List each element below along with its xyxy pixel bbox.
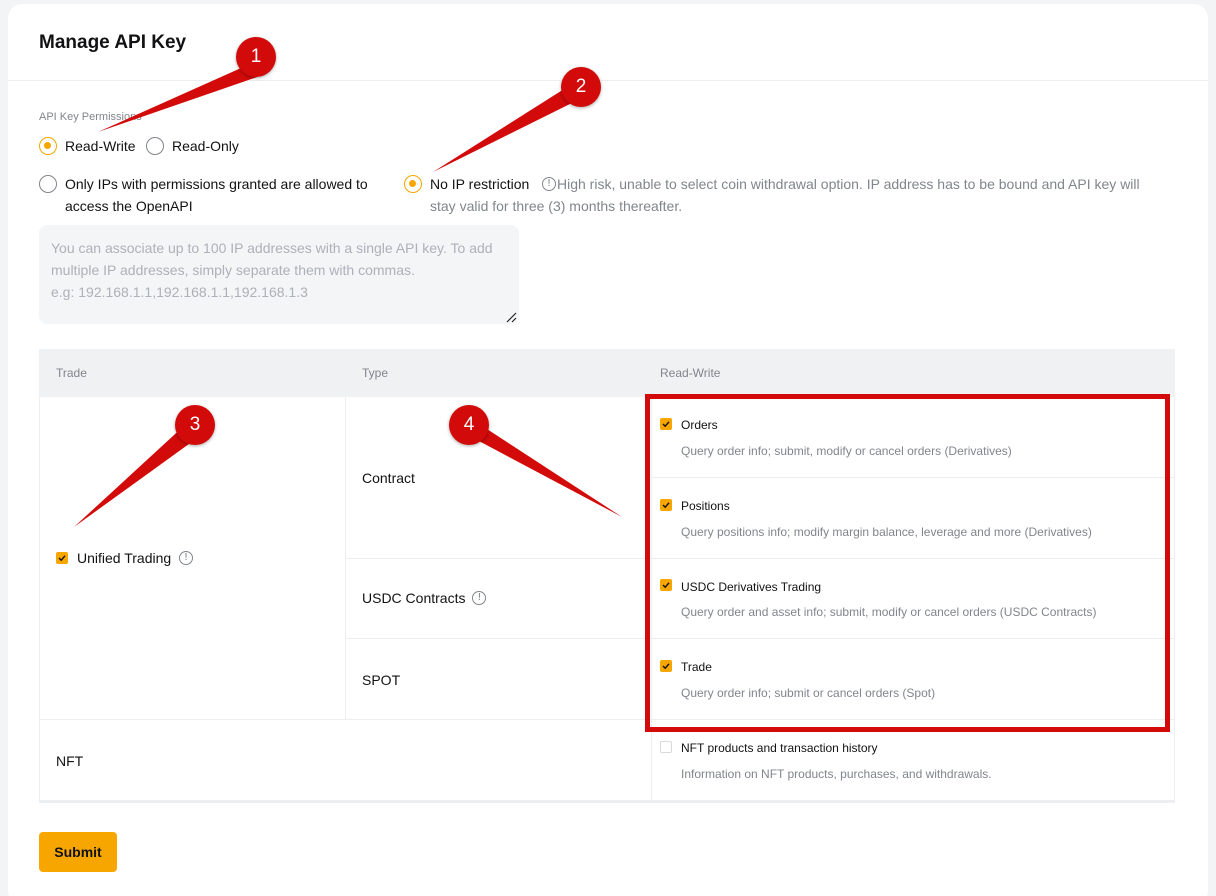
read-write-radio[interactable]	[39, 137, 57, 155]
trade-title[interactable]: Trade	[681, 660, 712, 674]
table-border	[651, 638, 1175, 639]
unified-trading-label[interactable]: Unified Trading	[77, 550, 171, 566]
ip-warning-text-line1: High risk, unable to select coin withdra…	[557, 176, 1140, 192]
positions-desc: Query positions info; modify margin bala…	[681, 525, 1092, 539]
api-key-permissions-label: API Key Permissions	[39, 111, 142, 123]
textarea-resize-icon[interactable]	[505, 311, 517, 323]
orders-title[interactable]: Orders	[681, 418, 718, 432]
table-border	[651, 397, 652, 803]
ip-addresses-textarea[interactable]: You can associate up to 100 IP addresses…	[39, 225, 519, 324]
type-spot: SPOT	[362, 672, 401, 688]
usdc-derivatives-desc: Query order and asset info; submit, modi…	[681, 605, 1097, 619]
nft-checkbox[interactable]	[660, 741, 672, 753]
unified-trading-info-icon[interactable]: !	[179, 551, 194, 566]
annotation-marker-3: 3	[175, 405, 215, 445]
read-only-radio[interactable]	[146, 137, 164, 155]
table-border	[345, 558, 651, 559]
type-usdc-contracts: USDC Contracts	[362, 590, 466, 606]
table-border	[345, 638, 651, 639]
usdc-derivatives-checkbox[interactable]	[660, 579, 672, 591]
orders-desc: Query order info; submit, modify or canc…	[681, 444, 1012, 458]
type-usdc-row: USDC Contracts !	[362, 587, 487, 609]
no-ip-restriction-label[interactable]: No IP restriction	[430, 173, 529, 195]
table-header: Trade Type Read-Write	[39, 349, 1175, 397]
trade-checkbox[interactable]	[660, 660, 672, 672]
annotation-marker-4: 4	[449, 405, 489, 445]
ip-warning-line2: stay valid for three (3) months thereaft…	[430, 198, 683, 214]
table-border	[39, 800, 1175, 803]
nft-desc: Information on NFT products, purchases, …	[681, 767, 992, 781]
type-contract: Contract	[362, 470, 415, 486]
nft-title[interactable]: NFT products and transaction history	[681, 741, 878, 755]
trade-nft: NFT	[56, 753, 84, 769]
table-border	[39, 397, 40, 803]
usdc-derivatives-title[interactable]: USDC Derivatives Trading	[681, 580, 821, 594]
only-ips-label-line2[interactable]: access the OpenAPI	[65, 195, 193, 217]
trade-desc: Query order info; submit or cancel order…	[681, 686, 936, 700]
warning-info-icon: !	[542, 177, 556, 192]
only-ips-label-line1[interactable]: Only IPs with permissions granted are al…	[65, 173, 368, 195]
positions-title[interactable]: Positions	[681, 499, 730, 513]
unified-trading-row: Unified Trading !	[77, 547, 194, 569]
table-border	[39, 719, 1175, 720]
orders-checkbox[interactable]	[660, 418, 672, 430]
unified-trading-checkbox[interactable]	[56, 552, 68, 564]
page-title: Manage API Key	[39, 32, 187, 53]
th-read-write: Read-Write	[660, 366, 721, 380]
th-type: Type	[362, 366, 389, 380]
table-border	[651, 558, 1175, 559]
read-write-label[interactable]: Read-Write	[65, 135, 136, 157]
card-header: Manage API Key	[8, 4, 1208, 81]
ip-warning-line1: ! High risk, unable to select coin withdr…	[542, 173, 1140, 195]
annotation-marker-1: 1	[236, 37, 276, 77]
table-border	[1174, 397, 1175, 803]
read-only-label[interactable]: Read-Only	[172, 135, 239, 157]
only-ips-radio[interactable]	[39, 175, 57, 193]
usdc-info-icon[interactable]: !	[472, 591, 487, 606]
annotation-marker-2: 2	[561, 67, 601, 107]
th-trade: Trade	[56, 366, 87, 380]
no-ip-restriction-radio[interactable]	[404, 175, 422, 193]
table-border	[651, 477, 1175, 478]
submit-button[interactable]: Submit	[39, 832, 117, 872]
positions-checkbox[interactable]	[660, 499, 672, 511]
